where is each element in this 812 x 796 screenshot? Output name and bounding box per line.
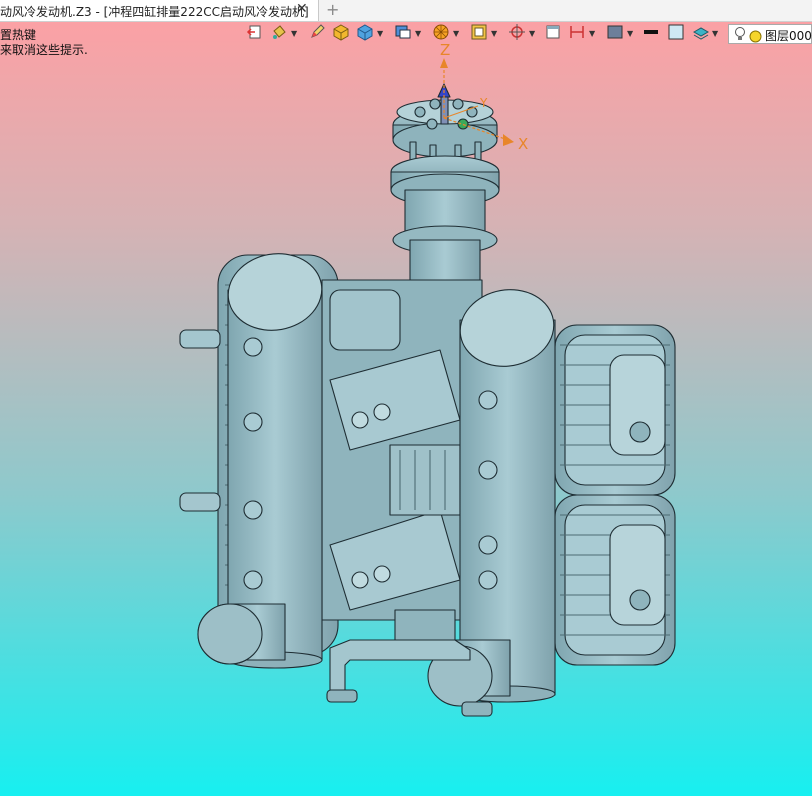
engine-model[interactable] [0,0,812,796]
3d-viewport[interactable]: 动风冷发动机.Z3 - [冲程四缸排量222CC启动风冷发动机] ✕ + 置热键… [0,0,812,796]
x-axis-label: X [518,135,529,153]
right-cylinder-fins [554,324,676,666]
y-axis-label: Y [480,96,488,110]
cylinder-heads [321,279,483,641]
z-axis-label: Z [440,41,451,59]
